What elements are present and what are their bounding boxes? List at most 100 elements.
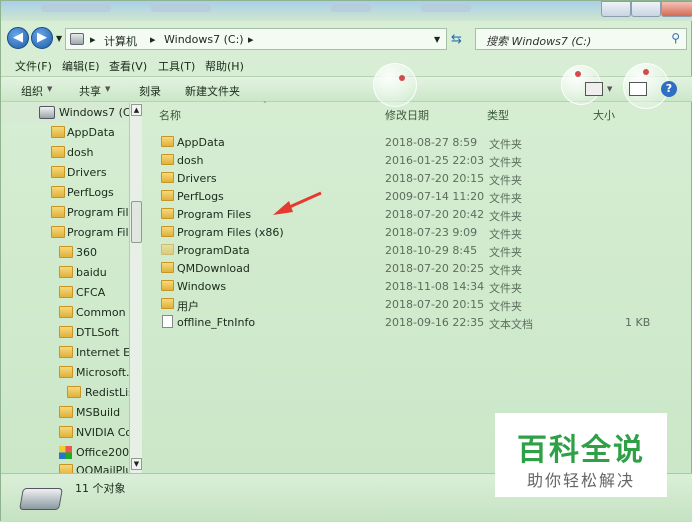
menu-view[interactable]: 查看(V) — [109, 58, 147, 74]
folder-icon — [161, 262, 174, 273]
address-row: ◀ ▶ ▼ ▸ 计算机 ▸ Windows7 (C:) ▸ ▼ ⇆ 搜索 Win… — [1, 23, 692, 55]
folder-icon — [59, 426, 73, 438]
preview-pane-icon[interactable] — [629, 82, 647, 96]
folder-icon — [161, 172, 174, 183]
folder-icon — [67, 386, 81, 398]
nav-item[interactable]: QQMailPlugin — [1, 461, 129, 473]
nav-item[interactable]: MSBuild — [1, 403, 129, 423]
explorer-window: ◀ ▶ ▼ ▸ 计算机 ▸ Windows7 (C:) ▸ ▼ ⇆ 搜索 Win… — [0, 0, 692, 522]
address-dropdown-icon[interactable]: ▼ — [434, 35, 440, 44]
nav-item[interactable]: NVIDIA Corporation — [1, 423, 129, 443]
decorative-flower — [575, 71, 581, 77]
watermark-title: 百科全说 — [517, 433, 645, 468]
nav-item[interactable]: baidu — [1, 263, 129, 283]
decorative-flower — [643, 69, 649, 75]
share-dropdown-icon: ▼ — [105, 85, 111, 93]
search-icon[interactable]: ⚲ — [671, 31, 680, 45]
search-input[interactable]: 搜索 Windows7 (C:) ⚲ — [475, 28, 687, 50]
folder-icon — [51, 126, 65, 138]
breadcrumb-computer[interactable]: 计算机 — [104, 33, 137, 49]
help-icon[interactable]: ? — [661, 81, 677, 97]
new-folder-button[interactable]: 新建文件夹 — [185, 83, 240, 99]
folder-icon — [161, 190, 174, 201]
back-button[interactable]: ◀ — [7, 27, 29, 49]
menu-help[interactable]: 帮助(H) — [205, 58, 244, 74]
file-row[interactable]: PerfLogs 2009-07-14 11:20 文件夹 — [157, 187, 687, 205]
breadcrumb-drive[interactable]: Windows7 (C:) — [164, 33, 244, 46]
file-row[interactable]: Program Files 2018-07-20 20:42 文件夹 — [157, 205, 687, 223]
file-row[interactable]: 用户 2018-07-20 20:15 文件夹 — [157, 295, 687, 313]
organize-button[interactable]: 组织 — [21, 83, 43, 99]
nav-item[interactable]: Internet Explorer — [1, 343, 129, 363]
folder-icon — [59, 406, 73, 418]
close-button[interactable] — [661, 1, 692, 17]
folder-icon — [59, 366, 73, 378]
nav-item[interactable]: Office2007 — [1, 443, 129, 463]
nav-item[interactable]: Program Files — [1, 203, 129, 223]
scroll-down-icon[interactable]: ▼ — [131, 458, 142, 470]
decorative-bubble — [373, 63, 417, 107]
nav-item[interactable]: Common Files — [1, 303, 129, 323]
column-type[interactable]: 类型 — [487, 107, 509, 123]
forward-button[interactable]: ▶ — [31, 27, 53, 49]
file-row[interactable]: Windows 2018-11-08 14:34 文件夹 — [157, 277, 687, 295]
maximize-button[interactable] — [631, 1, 661, 17]
file-row[interactable]: ProgramData 2018-10-29 8:45 文件夹 — [157, 241, 687, 259]
scrollbar-thumb[interactable] — [131, 201, 142, 243]
column-name[interactable]: 名称 — [159, 107, 181, 123]
folder-icon — [161, 154, 174, 165]
nav-item[interactable]: Program Files (x86) — [1, 223, 129, 243]
nav-item[interactable]: Microsoft.NET — [1, 363, 129, 383]
minimize-button[interactable] — [601, 1, 631, 17]
folder-icon — [59, 286, 73, 298]
nav-item[interactable]: Drivers — [1, 163, 129, 183]
nav-item[interactable]: CFCA — [1, 283, 129, 303]
burn-button[interactable]: 刻录 — [139, 83, 161, 99]
organize-dropdown-icon: ▼ — [47, 85, 53, 93]
view-dropdown-icon[interactable]: ▼ — [607, 85, 612, 93]
file-row[interactable]: QMDownload 2018-07-20 20:25 文件夹 — [157, 259, 687, 277]
folder-icon — [51, 146, 65, 158]
menu-edit[interactable]: 编辑(E) — [62, 58, 100, 74]
file-row[interactable]: Drivers 2018-07-20 20:15 文件夹 — [157, 169, 687, 187]
file-row[interactable]: offline_FtnInfo 2018-09-16 22:35 文本文档 1 … — [157, 313, 687, 331]
breadcrumb-separator-icon: ▸ — [90, 33, 96, 46]
breadcrumb-separator-icon: ▸ — [248, 33, 254, 46]
file-row[interactable]: dosh 2016-01-25 22:03 文件夹 — [157, 151, 687, 169]
drive-icon — [39, 106, 55, 119]
change-view-icon[interactable] — [585, 82, 603, 96]
nav-item-drive[interactable]: Windows7 (C:) — [1, 103, 129, 123]
address-bar[interactable]: ▸ 计算机 ▸ Windows7 (C:) ▸ ▼ — [65, 28, 447, 50]
nav-item[interactable]: AppData — [1, 123, 129, 143]
nav-item[interactable]: dosh — [1, 143, 129, 163]
folder-icon — [59, 464, 73, 473]
folder-icon — [161, 244, 174, 255]
nav-scrollbar[interactable]: ▲ ▼ — [129, 103, 142, 473]
nav-item[interactable]: 360 — [1, 243, 129, 263]
nav-item[interactable]: RedistList — [1, 383, 129, 403]
nav-item[interactable]: DTLSoft — [1, 323, 129, 343]
folder-icon — [59, 346, 73, 358]
menu-tools[interactable]: 工具(T) — [158, 58, 195, 74]
column-date[interactable]: 修改日期 — [385, 107, 429, 123]
share-button[interactable]: 共享 — [79, 83, 101, 99]
search-placeholder: 搜索 Windows7 (C:) — [486, 35, 592, 48]
text-file-icon — [162, 315, 173, 328]
folder-icon — [161, 226, 174, 237]
refresh-icon[interactable]: ⇆ — [451, 32, 462, 47]
history-dropdown-icon[interactable]: ▼ — [56, 34, 62, 43]
column-size[interactable]: 大小 — [593, 107, 615, 123]
watermark-logo: 百科全说 助你轻松解决 — [495, 413, 667, 497]
item-count: 11 个对象 — [75, 482, 126, 495]
file-row[interactable]: AppData 2018-08-27 8:59 文件夹 — [157, 133, 687, 151]
computer-icon — [70, 33, 84, 45]
decorative-flower — [399, 75, 405, 81]
file-row[interactable]: Program Files (x86) 2018-07-23 9:09 文件夹 — [157, 223, 687, 241]
menu-file[interactable]: 文件(F) — [15, 58, 52, 74]
breadcrumb-separator-icon: ▸ — [150, 33, 156, 46]
folder-icon — [59, 266, 73, 278]
nav-item[interactable]: PerfLogs — [1, 183, 129, 203]
scroll-up-icon[interactable]: ▲ — [131, 104, 142, 116]
folder-icon — [59, 246, 73, 258]
folder-icon — [59, 326, 73, 338]
